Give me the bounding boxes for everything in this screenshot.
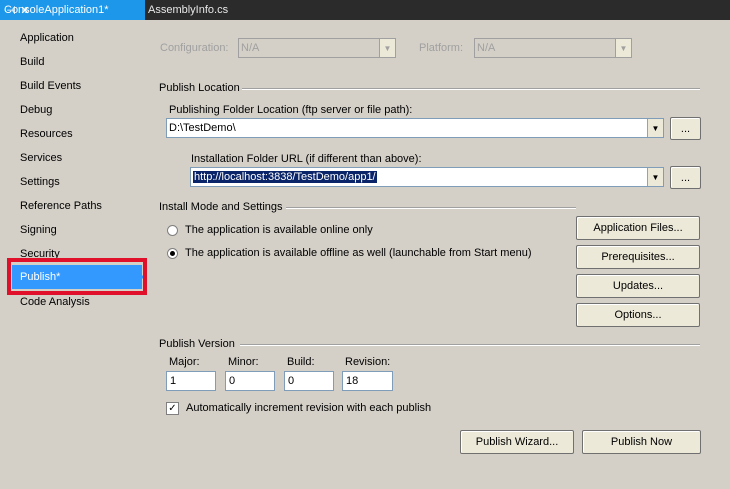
minor-input[interactable]: 0 (225, 371, 275, 391)
build-label: Build: (287, 356, 315, 368)
annotation-highlight-box (7, 258, 147, 295)
section-divider (240, 344, 700, 346)
platform-select[interactable]: N/A ▼ (474, 38, 632, 58)
build-value: 0 (288, 375, 295, 387)
major-label: Major: (169, 356, 200, 368)
revision-input[interactable]: 18 (342, 371, 393, 391)
installation-folder-label: Installation Folder URL (if different th… (191, 153, 422, 165)
nav-item-services[interactable]: Services (20, 152, 62, 164)
section-divider (286, 207, 576, 209)
check-icon: ✓ (168, 402, 177, 414)
tab-assemblyinfo[interactable]: AssemblyInfo.cs (146, 0, 228, 20)
chevron-down-icon: ▼ (647, 168, 663, 186)
nav-item-settings[interactable]: Settings (20, 176, 60, 188)
revision-value: 18 (346, 375, 359, 387)
nav-item-application[interactable]: Application (20, 32, 74, 44)
publishing-folder-value: D:\TestDemo\ (169, 122, 236, 134)
chevron-down-icon: ▼ (647, 119, 663, 137)
browse-publishing-folder-button[interactable]: ... (670, 117, 701, 140)
nav-item-build-events[interactable]: Build Events (20, 80, 81, 92)
configuration-select[interactable]: N/A ▼ (238, 38, 396, 58)
online-only-radio[interactable] (167, 225, 178, 236)
properties-nav: Application Build Build Events Debug Res… (0, 20, 150, 489)
browse-installation-folder-button[interactable]: ... (670, 166, 701, 189)
nav-item-code-analysis[interactable]: Code Analysis (20, 296, 90, 308)
build-input[interactable]: 0 (284, 371, 334, 391)
install-mode-title: Install Mode and Settings (159, 201, 283, 213)
publish-location-title: Publish Location (159, 82, 240, 94)
publish-version-title: Publish Version (159, 338, 235, 350)
project-properties-page: Application Build Build Events Debug Res… (0, 20, 730, 489)
auto-increment-checkbox[interactable]: ✓ (166, 402, 179, 415)
nav-item-build[interactable]: Build (20, 56, 44, 68)
configuration-value: N/A (241, 42, 260, 54)
tab-consoleapplication1[interactable]: ConsoleApplication1* ⊣ ✕ (0, 0, 145, 20)
prerequisites-button[interactable]: Prerequisites... (576, 245, 700, 269)
offline-label[interactable]: The application is available offline as … (185, 247, 531, 259)
publishing-folder-label: Publishing Folder Location (ftp server o… (169, 104, 413, 116)
installation-folder-text: http://localhost:3838/TestDemo/app1/ (193, 171, 377, 183)
configuration-label: Configuration: (160, 42, 229, 54)
auto-increment-label[interactable]: Automatically increment revision with ea… (186, 402, 431, 414)
nav-item-signing[interactable]: Signing (20, 224, 57, 236)
tab-label: ConsoleApplication1* (4, 4, 109, 16)
online-only-label[interactable]: The application is available online only (185, 224, 373, 236)
revision-label: Revision: (345, 356, 391, 368)
options-button[interactable]: Options... (576, 303, 700, 327)
major-value: 1 (170, 375, 177, 387)
application-files-button[interactable]: Application Files... (576, 216, 700, 240)
offline-radio[interactable] (167, 248, 178, 259)
updates-button[interactable]: Updates... (576, 274, 700, 298)
major-input[interactable]: 1 (166, 371, 216, 391)
minor-value: 0 (229, 375, 236, 387)
chevron-down-icon: ▼ (379, 39, 395, 57)
nav-item-resources[interactable]: Resources (20, 128, 73, 140)
publish-wizard-button[interactable]: Publish Wizard... (460, 430, 574, 454)
section-divider (242, 88, 700, 90)
installation-folder-combo[interactable]: http://localhost:3838/TestDemo/app1/ ▼ (190, 167, 664, 187)
nav-item-reference-paths[interactable]: Reference Paths (20, 200, 102, 212)
minor-label: Minor: (228, 356, 259, 368)
publishing-folder-combo[interactable]: D:\TestDemo\ ▼ (166, 118, 664, 138)
nav-item-debug[interactable]: Debug (20, 104, 52, 116)
platform-value: N/A (477, 42, 496, 54)
chevron-down-icon: ▼ (615, 39, 631, 57)
document-tab-strip: ConsoleApplication1* ⊣ ✕ AssemblyInfo.cs (0, 0, 730, 20)
installation-folder-value: http://localhost:3838/TestDemo/app1/ (191, 171, 647, 183)
tab-label: AssemblyInfo.cs (148, 4, 229, 16)
platform-label: Platform: (419, 42, 464, 54)
publish-now-button[interactable]: Publish Now (582, 430, 701, 454)
